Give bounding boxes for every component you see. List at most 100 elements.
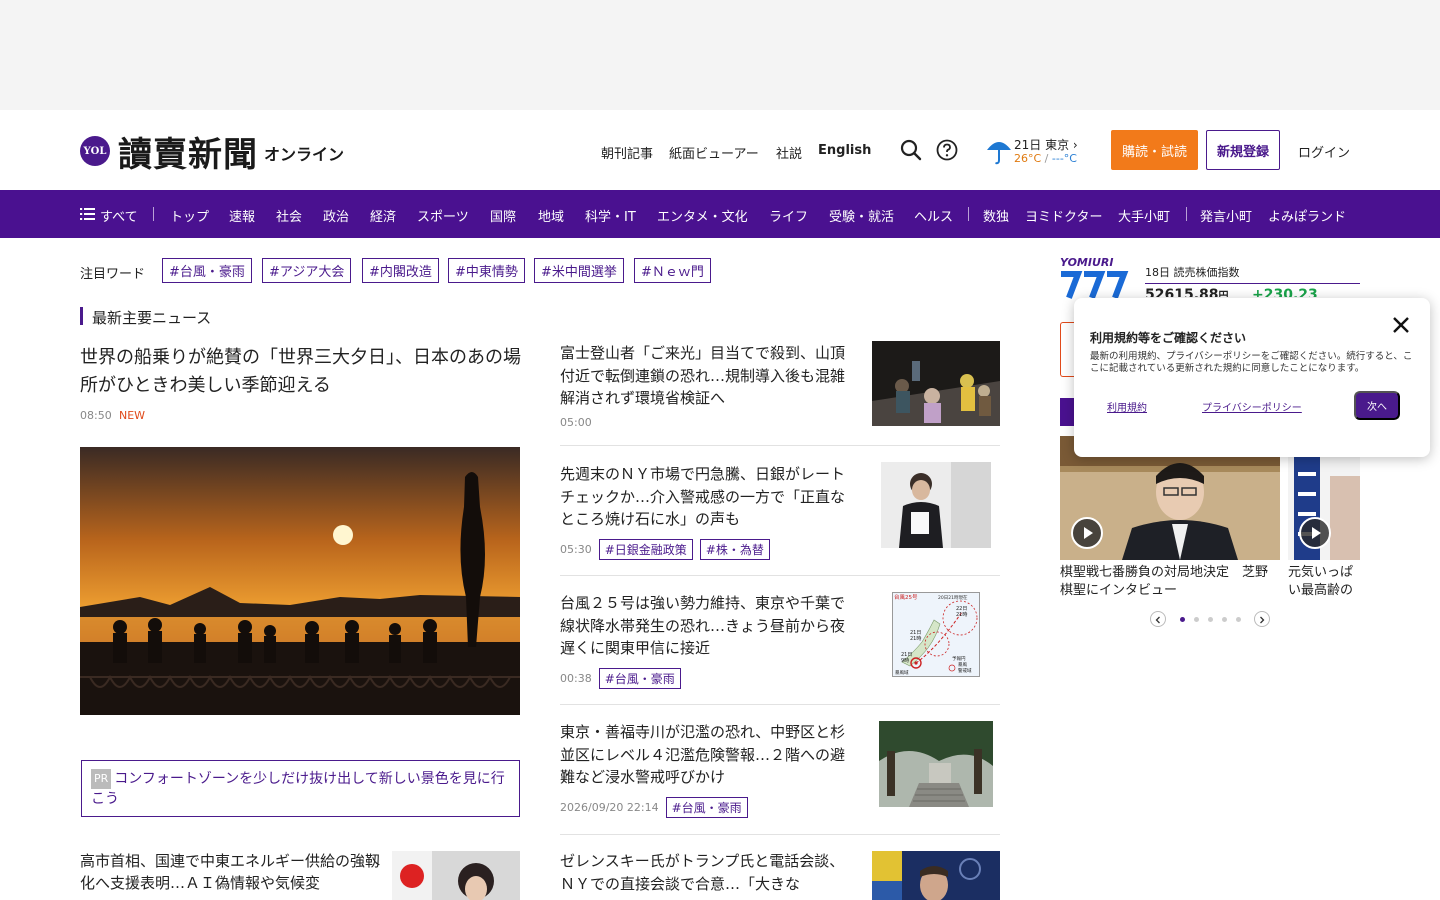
map-label: 21時 bbox=[956, 612, 967, 618]
news-time: 00:38 bbox=[560, 672, 592, 685]
nav-politics[interactable]: 政治 bbox=[323, 206, 349, 225]
nav-otekomachi[interactable]: 大手小町 bbox=[1118, 206, 1170, 225]
consent-title: 利用規約等をご確認ください bbox=[1090, 331, 1247, 345]
nav-yomipo-land[interactable]: よみぽランド bbox=[1268, 206, 1346, 225]
carousel-dot[interactable] bbox=[1236, 617, 1241, 622]
stock-index-date: 18日 読売株価指数 bbox=[1145, 266, 1240, 279]
play-icon[interactable] bbox=[1299, 517, 1331, 549]
carousel-dot[interactable] bbox=[1222, 617, 1227, 622]
weather-temperature: 26°C / ---°C bbox=[1014, 152, 1077, 165]
nav-breaking[interactable]: 速報 bbox=[229, 206, 255, 225]
map-label: 9時 bbox=[901, 658, 909, 664]
nav-economy[interactable]: 経済 bbox=[370, 206, 396, 225]
nav-morning-edition[interactable]: 朝刊記事 bbox=[601, 143, 653, 162]
section-title: 最新主要ニュース bbox=[80, 307, 211, 327]
stock-index-value: 52615.88円 bbox=[1145, 287, 1229, 297]
carousel-prev-button[interactable] bbox=[1150, 611, 1166, 627]
pr-promotion[interactable]: PR コンフォートゾーンを少しだけ抜け出して新しい景色を見に行こう bbox=[81, 760, 520, 817]
article-item[interactable]: 高市首相、国連で中東エネルギー供給の強靱化へ支援表明…ＡＩ偽情報や気候変 bbox=[80, 850, 520, 900]
login-link[interactable]: ログイン bbox=[1298, 142, 1350, 161]
nav-life[interactable]: ライフ bbox=[769, 206, 808, 225]
category-nav: すべて トップ 速報 社会 政治 経済 スポーツ 国際 地域 科学・IT エンタ… bbox=[0, 190, 1440, 238]
nav-society[interactable]: 社会 bbox=[276, 206, 302, 225]
stock-logo-mark bbox=[1061, 271, 1129, 299]
nav-sudoku[interactable]: 数独 bbox=[983, 206, 1009, 225]
video-caption[interactable]: 元気いっぱい最高齢の男性・加藤光 bbox=[1288, 564, 1360, 600]
news-item[interactable]: 東京・善福寺川が氾濫の恐れ、中野区と杉並区にレベル４氾濫危険警報…２階への避難な… bbox=[560, 721, 1000, 819]
trending-tag[interactable]: #Ｎｅｗ門 bbox=[634, 258, 711, 283]
help-icon[interactable] bbox=[935, 138, 959, 162]
nav-all-menu[interactable]: すべて bbox=[100, 206, 138, 225]
trending-tag[interactable]: #台風・豪雨 bbox=[162, 258, 252, 283]
menu-icon[interactable] bbox=[80, 208, 95, 220]
temp-low: ---°C bbox=[1051, 152, 1077, 165]
lead-article-image[interactable] bbox=[80, 447, 520, 715]
close-icon[interactable] bbox=[1392, 316, 1410, 334]
stock-divider bbox=[1145, 283, 1360, 284]
search-icon[interactable] bbox=[899, 138, 923, 162]
lead-article-time: 08:50 bbox=[80, 409, 112, 422]
nav-english[interactable]: English bbox=[818, 143, 871, 158]
news-time: 05:30 bbox=[560, 543, 592, 556]
news-title: 台風２５号は強い勢力維持、東京や千葉で線状降水帯発生の恐れ…きょう昼前から夜遅く… bbox=[560, 594, 846, 657]
nav-exams-jobs[interactable]: 受験・就活 bbox=[829, 206, 894, 225]
divider bbox=[560, 704, 1000, 705]
news-tag[interactable]: #日銀金融政策 bbox=[598, 539, 693, 560]
lead-article-title[interactable]: 世界の船乗りが絶賛の「世界三大夕日」、日本のあの場所がひときわ美しい季節迎える bbox=[80, 344, 525, 400]
news-time: 2026/09/20 22:14 bbox=[560, 801, 659, 814]
register-button[interactable]: 新規登録 bbox=[1206, 130, 1280, 170]
consent-next-button[interactable]: 次へ bbox=[1354, 391, 1400, 420]
play-icon[interactable] bbox=[1071, 517, 1103, 549]
video-caption[interactable]: 棋聖戦七番勝負の対局地決定 芝野棋聖にインタビュー bbox=[1060, 564, 1275, 600]
nav-health[interactable]: ヘルス bbox=[914, 206, 953, 225]
site-logo[interactable]: YOL 讀賣新聞 オンライン bbox=[80, 131, 345, 175]
logo-subtitle: オンライン bbox=[264, 145, 345, 164]
carousel-dot-active[interactable] bbox=[1180, 617, 1185, 622]
temp-separator: / bbox=[1041, 152, 1052, 165]
news-title: 富士登山者「ご来光」目当てで殺到、山頂付近で転倒連鎖の恐れ…規制導入後も混雑解消… bbox=[560, 344, 846, 407]
trending-label: 注目ワード bbox=[80, 267, 146, 282]
news-tag[interactable]: #株・為替 bbox=[699, 539, 770, 560]
privacy-policy-link[interactable]: プライバシーポリシー bbox=[1202, 399, 1302, 414]
trending-tag[interactable]: #中東情勢 bbox=[448, 258, 525, 283]
weather-widget[interactable]: 21日 東京 › 26°C / ---°C bbox=[985, 134, 1085, 168]
subscribe-button[interactable]: 購読・試読 bbox=[1111, 130, 1198, 170]
trending-tag[interactable]: #米中間選挙 bbox=[534, 258, 624, 283]
map-title: 台風25号 bbox=[894, 593, 918, 601]
news-item[interactable]: ゼレンスキー氏がトランプ氏と電話会談、ＮＹでの直接会談で合意…「大きな bbox=[560, 850, 1000, 900]
nav-science-it[interactable]: 科学・IT bbox=[585, 206, 636, 225]
news-title: ゼレンスキー氏がトランプ氏と電話会談、ＮＹでの直接会談で合意…「大きな bbox=[560, 852, 845, 893]
nav-top[interactable]: トップ bbox=[170, 206, 209, 225]
terms-link[interactable]: 利用規約 bbox=[1107, 399, 1147, 414]
news-time: 05:00 bbox=[560, 416, 592, 429]
trending-tag[interactable]: #内閣改造 bbox=[362, 258, 439, 283]
stock-index-change: +230.23 bbox=[1252, 287, 1318, 297]
article-title: 高市首相、国連で中東エネルギー供給の強靱化へ支援表明…ＡＩ偽情報や気候変 bbox=[80, 852, 381, 892]
nav-hatsugen-komachi[interactable]: 発言小町 bbox=[1200, 206, 1252, 225]
news-item[interactable]: 先週末のＮＹ市場で円急騰、日銀がレートチェックか…介入警戒感の一方で「正直なとこ… bbox=[560, 462, 1000, 561]
news-item[interactable]: 台風２５号は強い勢力維持、東京や千葉で線状降水帯発生の恐れ…きょう昼前から夜遅く… bbox=[560, 592, 1000, 690]
news-item[interactable]: 富士登山者「ご来光」目当てで殺到、山頂付近で転倒連鎖の恐れ…規制導入後も混雑解消… bbox=[560, 341, 1000, 434]
nav-sports[interactable]: スポーツ bbox=[417, 206, 469, 225]
nav-divider bbox=[1186, 207, 1187, 221]
nav-entertainment[interactable]: エンタメ・文化 bbox=[657, 206, 748, 225]
map-time: 20日21時現在 bbox=[938, 594, 968, 601]
carousel-dot[interactable] bbox=[1208, 617, 1213, 622]
nav-paper-viewer[interactable]: 紙面ビューアー bbox=[669, 143, 759, 162]
map-label: 21時 bbox=[910, 636, 921, 642]
trending-tag[interactable]: #アジア大会 bbox=[262, 258, 352, 283]
site-header: YOL 讀賣新聞 オンライン 朝刊記事 紙面ビューアー 社説 English 2… bbox=[0, 110, 1440, 190]
carousel-dot[interactable] bbox=[1194, 617, 1199, 622]
nav-yomidr[interactable]: ヨミドクター bbox=[1025, 206, 1102, 225]
stock-brand: YOMIURI bbox=[1060, 256, 1114, 269]
divider bbox=[560, 575, 1000, 576]
news-tag[interactable]: #台風・豪雨 bbox=[665, 797, 748, 818]
carousel-next-button[interactable] bbox=[1254, 611, 1270, 627]
news-tag[interactable]: #台風・豪雨 bbox=[598, 668, 681, 689]
news-title: 先週末のＮＹ市場で円急騰、日銀がレートチェックか…介入警戒感の一方で「正直なとこ… bbox=[560, 465, 846, 528]
logo-wordmark: 讀賣新聞 bbox=[118, 134, 258, 175]
nav-regional[interactable]: 地域 bbox=[538, 206, 564, 225]
nav-editorial[interactable]: 社説 bbox=[776, 143, 802, 162]
ad-banner-area bbox=[0, 0, 1440, 110]
nav-international[interactable]: 国際 bbox=[490, 206, 516, 225]
